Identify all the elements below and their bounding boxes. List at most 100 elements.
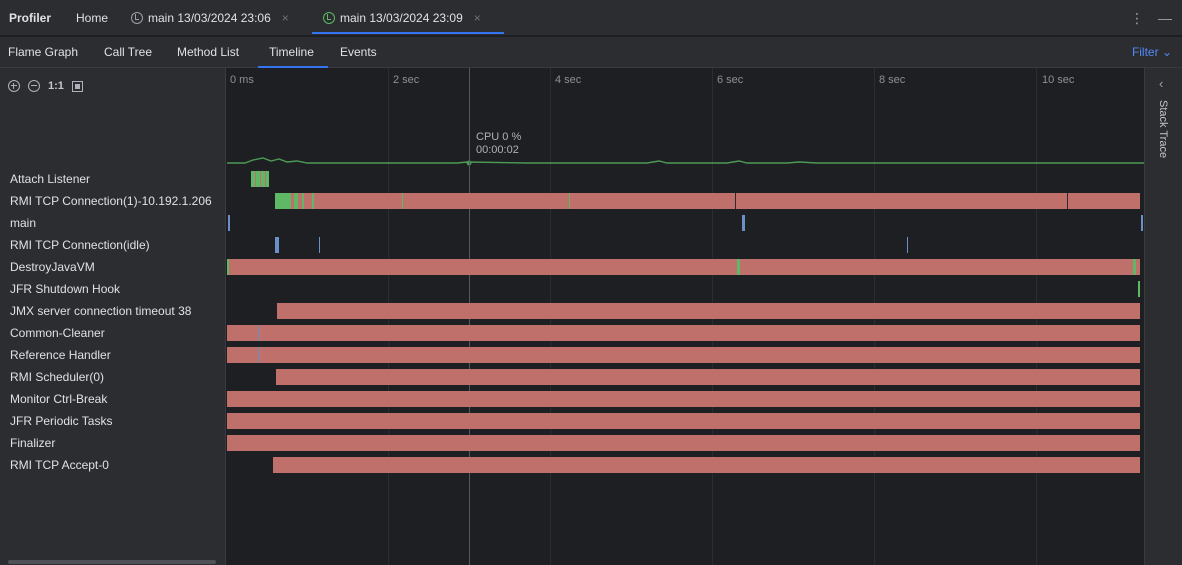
- idle-segment: [319, 237, 320, 253]
- cpu-percent-label: CPU 0 %: [476, 131, 522, 143]
- tab-timeline[interactable]: Timeline: [269, 37, 314, 68]
- thread-label[interactable]: JFR Periodic Tasks: [10, 410, 112, 432]
- waiting-segment: [273, 457, 1140, 473]
- ruler-tick-label: 2 sec: [393, 74, 420, 86]
- waiting-segment: [227, 413, 1140, 429]
- thread-label[interactable]: Finalizer: [10, 432, 55, 454]
- thread-label[interactable]: RMI TCP Connection(idle): [10, 234, 150, 256]
- thread-track-jmx-server-connection-timeout[interactable]: [227, 300, 1144, 322]
- waiting-segment: [277, 303, 1140, 319]
- running-segment: [569, 193, 570, 209]
- running-segment: [402, 193, 403, 209]
- thread-label[interactable]: Attach Listener: [10, 168, 90, 190]
- snapshot-icon: [323, 12, 335, 24]
- waiting-segment: [227, 435, 1140, 451]
- thread-label[interactable]: RMI Scheduler(0): [10, 366, 104, 388]
- idle-segment: [259, 347, 260, 363]
- filter-button[interactable]: Filter ⌄: [1132, 37, 1172, 68]
- view-tabs: Flame Graph Call Tree Method List Timeli…: [0, 37, 1182, 68]
- thread-label[interactable]: JMX server connection timeout 38: [10, 300, 191, 322]
- running-segment: [312, 193, 314, 209]
- running-segment: [737, 259, 740, 275]
- thread-track-common-cleaner[interactable]: [227, 322, 1144, 344]
- horizontal-scrollbar[interactable]: [8, 560, 216, 564]
- thread-track-reference-handler[interactable]: [227, 344, 1144, 366]
- thread-label[interactable]: RMI TCP Connection(1)-10.192.1.206: [10, 190, 212, 212]
- ruler-tick-label: 10 sec: [1042, 74, 1075, 86]
- cursor-time-label: 00:00:02: [476, 144, 519, 156]
- close-icon[interactable]: ×: [474, 0, 481, 36]
- thread-track-monitor-ctrl-break[interactable]: [227, 388, 1144, 410]
- running-segment: [294, 193, 298, 209]
- ruler-tick-label: 4 sec: [555, 74, 582, 86]
- thread-track-rmi-tcp-accept[interactable]: [227, 454, 1144, 476]
- waiting-segment: [255, 171, 256, 187]
- tab-method-list[interactable]: Method List: [177, 37, 239, 68]
- tab-flame-graph[interactable]: Flame Graph: [8, 37, 78, 68]
- running-segment: [227, 259, 229, 275]
- thread-label[interactable]: RMI TCP Accept-0: [10, 454, 109, 476]
- waiting-segment: [227, 391, 1140, 407]
- zoom-controls: 1:1: [8, 80, 83, 92]
- idle-segment: [259, 325, 260, 341]
- cpu-usage-graph: [227, 157, 1144, 166]
- waiting-segment: [275, 193, 1140, 209]
- thread-list: 1:1 Attach Listener RMI TCP Connection(1)…: [0, 68, 226, 565]
- zoom-in-icon[interactable]: [8, 80, 20, 92]
- thread-label[interactable]: main: [10, 212, 36, 234]
- timeline-chart[interactable]: 0 ms 2 sec 4 sec 6 sec 8 sec 10 sec CPU …: [227, 68, 1144, 565]
- thread-track-rmi-scheduler[interactable]: [227, 366, 1144, 388]
- waiting-segment: [260, 171, 261, 187]
- running-segment: [275, 193, 291, 209]
- stack-trace-panel: ‹ Stack Trace: [1144, 68, 1182, 565]
- running-segment: [1133, 259, 1136, 275]
- more-options-icon[interactable]: ⋮: [1130, 0, 1144, 36]
- thread-track-jfr-shutdown-hook[interactable]: [227, 278, 1144, 300]
- waiting-segment: [276, 369, 1140, 385]
- segment-divider: [1067, 193, 1068, 209]
- profiler-tab-bar: Profiler Home main 13/03/2024 23:06 × ma…: [0, 0, 1182, 36]
- running-segment: [302, 193, 304, 209]
- thread-label[interactable]: Monitor Ctrl-Break: [10, 388, 107, 410]
- snapshot-tab-2[interactable]: main 13/03/2024 23:09 ×: [323, 0, 481, 36]
- snapshot-tab-label: main 13/03/2024 23:09: [340, 11, 463, 25]
- waiting-segment: [227, 259, 1140, 275]
- tab-call-tree[interactable]: Call Tree: [104, 37, 152, 68]
- close-icon[interactable]: ×: [282, 0, 289, 36]
- collapse-icon[interactable]: ‹: [1159, 76, 1163, 91]
- idle-segment: [275, 237, 279, 253]
- stack-trace-toggle[interactable]: Stack Trace: [1157, 100, 1169, 158]
- active-tab-indicator: [312, 32, 504, 34]
- thread-label[interactable]: JFR Shutdown Hook: [10, 278, 120, 300]
- zoom-fit-icon[interactable]: [71, 80, 83, 92]
- idle-segment: [742, 215, 745, 231]
- thread-track-main[interactable]: [227, 212, 1144, 234]
- home-tab[interactable]: Home: [76, 0, 108, 36]
- waiting-segment: [227, 325, 1140, 341]
- thread-track-attach-listener[interactable]: [227, 168, 1144, 190]
- ruler-tick-label: 0 ms: [230, 74, 254, 86]
- thread-label[interactable]: Reference Handler: [10, 344, 111, 366]
- minimize-icon[interactable]: —: [1158, 0, 1172, 36]
- segment-divider: [735, 193, 736, 209]
- thread-track-rmi-tcp-connection-idle[interactable]: [227, 234, 1144, 256]
- tab-events[interactable]: Events: [340, 37, 377, 68]
- thread-label[interactable]: DestroyJavaVM: [10, 256, 95, 278]
- zoom-reset-button[interactable]: 1:1: [48, 80, 64, 92]
- thread-label[interactable]: Common-Cleaner: [10, 322, 105, 344]
- thread-track-destroyjavavm[interactable]: [227, 256, 1144, 278]
- idle-segment: [1141, 215, 1143, 231]
- snapshot-tab-1[interactable]: main 13/03/2024 23:06 ×: [131, 0, 289, 36]
- cursor-tooltip: CPU 0 % 00:00:02: [476, 131, 521, 157]
- idle-segment: [228, 215, 230, 231]
- snapshot-icon: [131, 12, 143, 24]
- thread-track-finalizer[interactable]: [227, 432, 1144, 454]
- waiting-segment: [227, 347, 1140, 363]
- zoom-out-icon[interactable]: [28, 80, 40, 92]
- thread-track-rmi-tcp-connection-1[interactable]: [227, 190, 1144, 212]
- ruler-tick-label: 8 sec: [879, 74, 906, 86]
- ruler-tick-label: 6 sec: [717, 74, 744, 86]
- idle-segment: [907, 237, 908, 253]
- profiler-title: Profiler: [9, 11, 52, 25]
- thread-track-jfr-periodic-tasks[interactable]: [227, 410, 1144, 432]
